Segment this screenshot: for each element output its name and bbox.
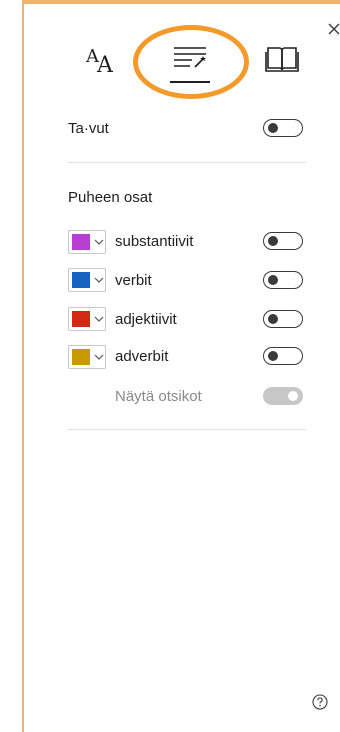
toggle-knob: [268, 236, 278, 246]
color-swatch: [72, 272, 90, 288]
toggle-knob: [268, 275, 278, 285]
adverb-toggle[interactable]: [263, 347, 303, 365]
book-icon: [265, 47, 299, 72]
toggle-knob: [268, 351, 278, 361]
adverb-label: adverbit: [115, 348, 169, 365]
toggle-knob: [288, 391, 298, 401]
divider: [68, 429, 306, 430]
toggle-knob: [268, 314, 278, 324]
noun-toggle[interactable]: [263, 232, 303, 250]
help-icon[interactable]: [312, 694, 328, 710]
adjective-label: adjektiivit: [115, 311, 177, 328]
chevron-down-icon: [94, 316, 104, 322]
verb-label: verbit: [115, 272, 152, 289]
divider: [68, 162, 306, 163]
show-labels-label: Näytä otsikot: [115, 388, 202, 405]
chevron-down-icon: [94, 239, 104, 245]
tab-grammar-options[interactable]: [166, 40, 214, 84]
close-icon[interactable]: [325, 20, 340, 38]
color-swatch: [72, 311, 90, 327]
toggle-knob: [268, 123, 278, 133]
adjective-toggle[interactable]: [263, 310, 303, 328]
chevron-down-icon: [94, 354, 104, 360]
noun-color-picker[interactable]: [68, 230, 106, 254]
noun-label: substantiivit: [115, 233, 194, 250]
verb-color-picker[interactable]: [68, 268, 106, 292]
verb-toggle[interactable]: [263, 271, 303, 289]
active-tab-indicator: [170, 81, 210, 83]
adjective-color-picker[interactable]: [68, 307, 106, 331]
color-swatch: [72, 349, 90, 365]
syllables-label: Ta·vut: [68, 120, 109, 137]
text-size-icon: A A: [85, 46, 114, 78]
panel-top-edge: [22, 0, 340, 4]
panel-left-edge: [22, 0, 24, 732]
syllables-toggle[interactable]: [263, 119, 303, 137]
svg-text:A: A: [96, 53, 114, 76]
tab-text-options[interactable]: A A: [82, 42, 122, 78]
chevron-down-icon: [94, 277, 104, 283]
show-labels-toggle: [263, 387, 303, 405]
adverb-color-picker[interactable]: [68, 345, 106, 369]
parts-of-speech-title: Puheen osat: [68, 189, 153, 206]
tab-reading-preferences[interactable]: [264, 44, 300, 74]
color-swatch: [72, 234, 90, 250]
grammar-lines-icon: [174, 47, 206, 68]
